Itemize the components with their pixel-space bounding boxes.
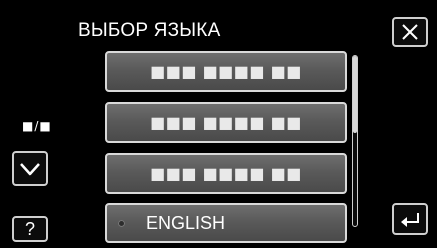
language-item[interactable]: ■■■ ■■■■ ■■ [105, 102, 347, 143]
language-label: ■■■ ■■■■ ■■ [150, 113, 302, 132]
back-arrow-icon [399, 210, 421, 228]
page-indicator: ■/■ [22, 119, 52, 133]
scrollbar[interactable] [352, 55, 358, 227]
language-item-english[interactable]: ENGLISH [105, 203, 347, 243]
language-label: ENGLISH [146, 212, 226, 233]
language-label: ■■■ ■■■■ ■■ [150, 164, 302, 183]
scrollbar-thumb[interactable] [353, 56, 357, 133]
back-button[interactable] [392, 203, 428, 235]
close-icon [400, 23, 420, 41]
chevron-down-icon [19, 161, 41, 177]
close-button[interactable] [392, 17, 428, 47]
selection-indicator-icon [118, 220, 125, 227]
scroll-down-button[interactable] [12, 151, 48, 186]
help-button[interactable]: ? [12, 216, 48, 242]
language-item[interactable]: ■■■ ■■■■ ■■ [105, 51, 347, 92]
language-label: ■■■ ■■■■ ■■ [150, 62, 302, 81]
language-selection-screen: ВЫБОР ЯЗЫКА ■/■ ? ■■■ ■■■■ ■■ ■■■ ■■■■ ■… [0, 0, 437, 248]
language-item[interactable]: ■■■ ■■■■ ■■ [105, 153, 347, 194]
page-title: ВЫБОР ЯЗЫКА [78, 20, 221, 41]
help-icon: ? [24, 218, 35, 239]
language-list: ■■■ ■■■■ ■■ ■■■ ■■■■ ■■ ■■■ ■■■■ ■■ ENGL… [105, 51, 347, 248]
